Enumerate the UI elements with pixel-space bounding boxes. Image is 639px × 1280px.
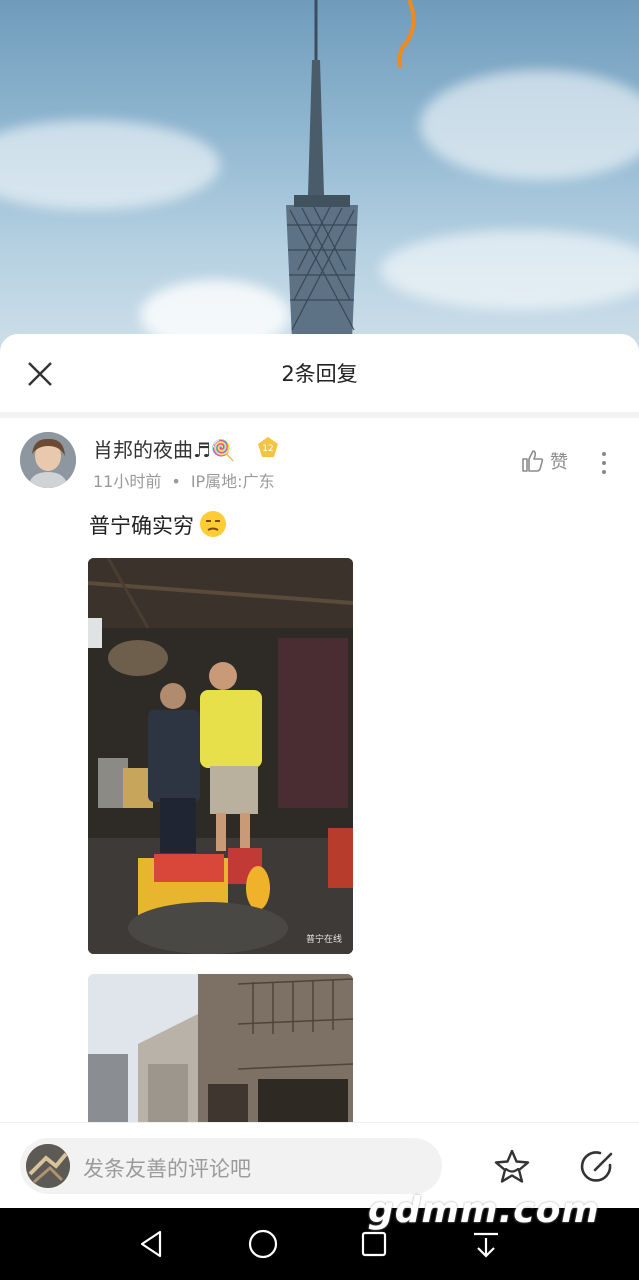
- user-avatar: [26, 1144, 70, 1188]
- avatar[interactable]: [20, 432, 76, 488]
- site-watermark: gdmm.com: [368, 1190, 600, 1231]
- comment-time: 11小时前: [93, 472, 162, 491]
- background-image: [0, 0, 639, 360]
- level-badge: 12: [258, 437, 278, 457]
- back-icon[interactable]: [134, 1226, 170, 1262]
- comment-photo-1[interactable]: 普宁在线: [88, 558, 353, 954]
- download-icon[interactable]: [468, 1226, 504, 1262]
- edit-icon[interactable]: [578, 1147, 618, 1187]
- comment-text: 普宁确实穷: [89, 514, 194, 538]
- like-label: 赞: [550, 452, 568, 473]
- comment-input-placeholder: 发条友善的评论吧: [83, 1157, 251, 1181]
- comment-input[interactable]: 发条友善的评论吧: [20, 1138, 442, 1194]
- meta-separator: •: [171, 472, 181, 491]
- username[interactable]: 肖邦的夜曲♬🍭: [93, 434, 236, 463]
- comment-meta: 11小时前 • IP属地:广东: [93, 468, 275, 492]
- comment-photo-2[interactable]: [88, 974, 353, 1124]
- photo-watermark: 普宁在线: [306, 933, 342, 945]
- ip-location: IP属地:广东: [190, 472, 275, 491]
- drawing-stroke: [397, 0, 416, 68]
- star-icon[interactable]: [492, 1147, 532, 1187]
- thumbs-up-icon: [522, 450, 544, 472]
- replies-sheet: 2条回复 肖邦的夜曲♬🍭 12 11小时前 • IP属地:广东 赞 普宁确实穷 …: [0, 334, 639, 1280]
- level-badge-text: 12: [262, 444, 273, 454]
- more-vertical-icon[interactable]: [594, 448, 614, 478]
- unamused-emoji-icon: [200, 511, 226, 537]
- tower-image: [286, 0, 358, 340]
- like-button[interactable]: 赞: [520, 448, 568, 474]
- sheet-header: 2条回复: [0, 334, 639, 418]
- comment-text-line: 普宁确实穷: [89, 510, 226, 540]
- recent-apps-icon[interactable]: [356, 1226, 392, 1262]
- sheet-title: 2条回复: [281, 362, 358, 386]
- home-icon[interactable]: [245, 1226, 281, 1262]
